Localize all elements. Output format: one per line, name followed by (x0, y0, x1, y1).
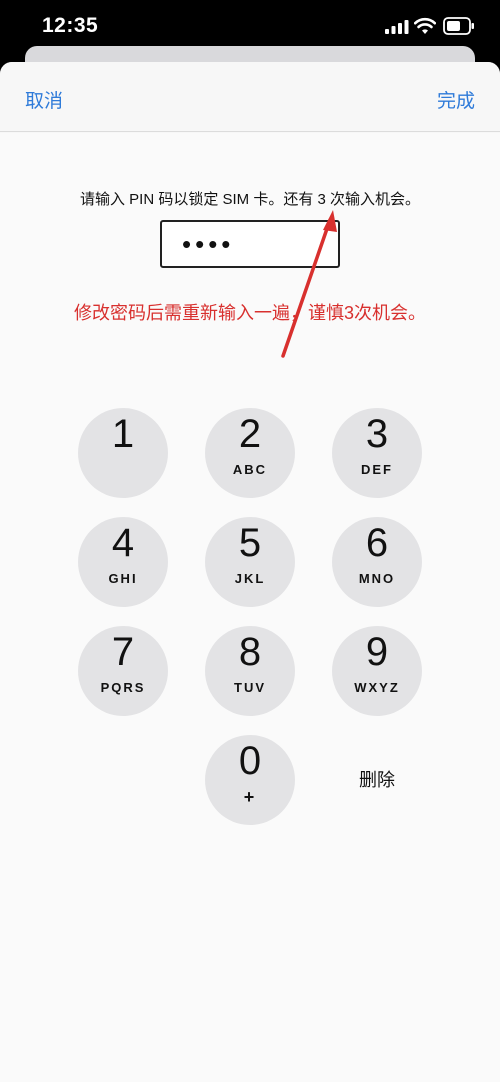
nav-bar: 取消 完成 (0, 62, 500, 132)
key-digit: 5 (238, 521, 262, 565)
status-bar: 12:35 (0, 0, 500, 52)
key-letters: GHI (108, 571, 138, 586)
key-letters: ABC (232, 462, 268, 477)
done-button[interactable]: 完成 (437, 86, 475, 113)
key-letters: MNO (358, 571, 396, 586)
key-digit: 8 (238, 630, 262, 674)
annotation-note: 修改密码后需重新输入一遍，谨慎3次机会。 (73, 303, 426, 323)
key-7[interactable]: 7 PQRS (78, 626, 168, 716)
key-9[interactable]: 9 WXYZ (332, 626, 422, 716)
key-letters: + (243, 787, 257, 807)
key-3[interactable]: 3 DEF (332, 408, 422, 498)
cancel-button[interactable]: 取消 (25, 86, 63, 113)
key-digit: 4 (111, 521, 135, 565)
key-letters: WXYZ (354, 680, 400, 695)
pin-entry-content: 请输入 PIN 码以锁定 SIM 卡。还有 3 次输入机会。 •••• 修改密码… (0, 133, 500, 1082)
key-digit: 0 (238, 739, 262, 783)
key-digit: 9 (365, 630, 389, 674)
key-digit: 3 (365, 412, 389, 456)
delete-button[interactable]: 删除 (332, 735, 422, 825)
key-5[interactable]: 5 JKL (205, 517, 295, 607)
key-8[interactable]: 8 TUV (205, 626, 295, 716)
sim-pin-sheet: 取消 完成 请输入 PIN 码以锁定 SIM 卡。还有 3 次输入机会。 •••… (0, 62, 500, 1082)
status-time: 12:35 (42, 14, 99, 37)
key-letters: DEF (361, 462, 393, 477)
key-letters: PQRS (100, 680, 146, 695)
key-0[interactable]: 0 + (205, 735, 295, 825)
cellular-signal-icon (385, 20, 409, 34)
pin-dots: •••• (182, 229, 235, 259)
battery-icon (443, 17, 474, 35)
wifi-icon (414, 17, 436, 34)
key-letters: JKL (234, 571, 266, 586)
key-1[interactable]: 1 (78, 408, 168, 498)
key-digit: 7 (111, 630, 135, 674)
pin-prompt: 请输入 PIN 码以锁定 SIM 卡。还有 3 次输入机会。 (79, 191, 421, 208)
key-digit: 2 (238, 412, 262, 456)
key-letters: TUV (234, 680, 266, 695)
key-digit: 6 (365, 521, 389, 565)
key-6[interactable]: 6 MNO (332, 517, 422, 607)
key-2[interactable]: 2 ABC (205, 408, 295, 498)
key-digit: 1 (111, 412, 135, 456)
red-arrow-annotation-icon (281, 210, 337, 358)
key-4[interactable]: 4 GHI (78, 517, 168, 607)
